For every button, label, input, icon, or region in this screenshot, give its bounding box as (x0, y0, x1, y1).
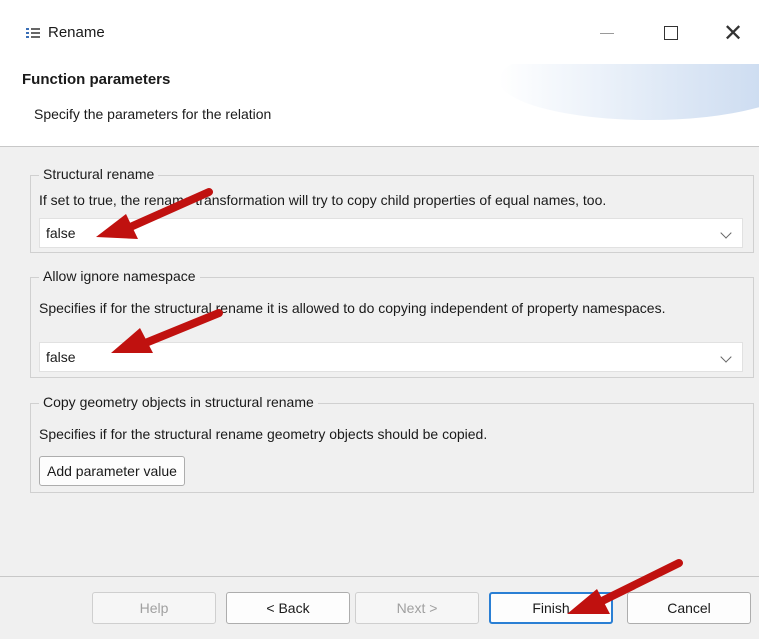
list-icon (26, 27, 40, 39)
group-description: Specifies if for the structural rename i… (39, 300, 666, 316)
group-description: Specifies if for the structural rename g… (39, 426, 488, 442)
wizard-header: Function parameters Specify the paramete… (0, 64, 759, 147)
cancel-button[interactable]: Cancel (627, 592, 751, 624)
back-button[interactable]: < Back (226, 592, 350, 624)
chevron-down-icon (720, 227, 732, 239)
allow-ignore-namespace-select[interactable]: false (39, 342, 743, 372)
close-icon: ✕ (722, 19, 744, 47)
title-bar[interactable]: Rename ✕ (0, 0, 759, 64)
page-title: Function parameters (22, 71, 171, 88)
group-description: If set to true, the rename transformatio… (39, 192, 607, 208)
page-subtitle: Specify the parameters for the relation (34, 106, 272, 122)
close-button[interactable]: ✕ (710, 14, 756, 52)
window-title: Rename (48, 24, 105, 41)
select-value: false (46, 225, 76, 241)
maximize-icon (664, 26, 678, 40)
maximize-button[interactable] (648, 14, 694, 52)
chevron-down-icon (720, 351, 732, 363)
copy-geometry-group: Copy geometry objects in structural rena… (30, 394, 754, 493)
minimize-button[interactable] (584, 14, 630, 52)
add-parameter-value-button[interactable]: Add parameter value (39, 456, 185, 486)
allow-ignore-namespace-group: Allow ignore namespace Specifies if for … (30, 268, 754, 378)
rename-dialog: Rename ✕ Function parameters Specify the… (0, 0, 759, 639)
minimize-icon (600, 32, 614, 34)
structural-rename-group: Structural rename If set to true, the re… (30, 166, 754, 253)
structural-rename-select[interactable]: false (39, 218, 743, 248)
group-legend: Copy geometry objects in structural rena… (39, 394, 318, 410)
next-button[interactable]: Next > (355, 592, 479, 624)
group-legend: Structural rename (39, 166, 159, 182)
header-decoration (499, 64, 759, 120)
help-button[interactable]: Help (92, 592, 216, 624)
group-legend: Allow ignore namespace (39, 268, 200, 284)
footer-divider (0, 576, 759, 577)
finish-button[interactable]: Finish (489, 592, 613, 624)
select-value: false (46, 349, 76, 365)
